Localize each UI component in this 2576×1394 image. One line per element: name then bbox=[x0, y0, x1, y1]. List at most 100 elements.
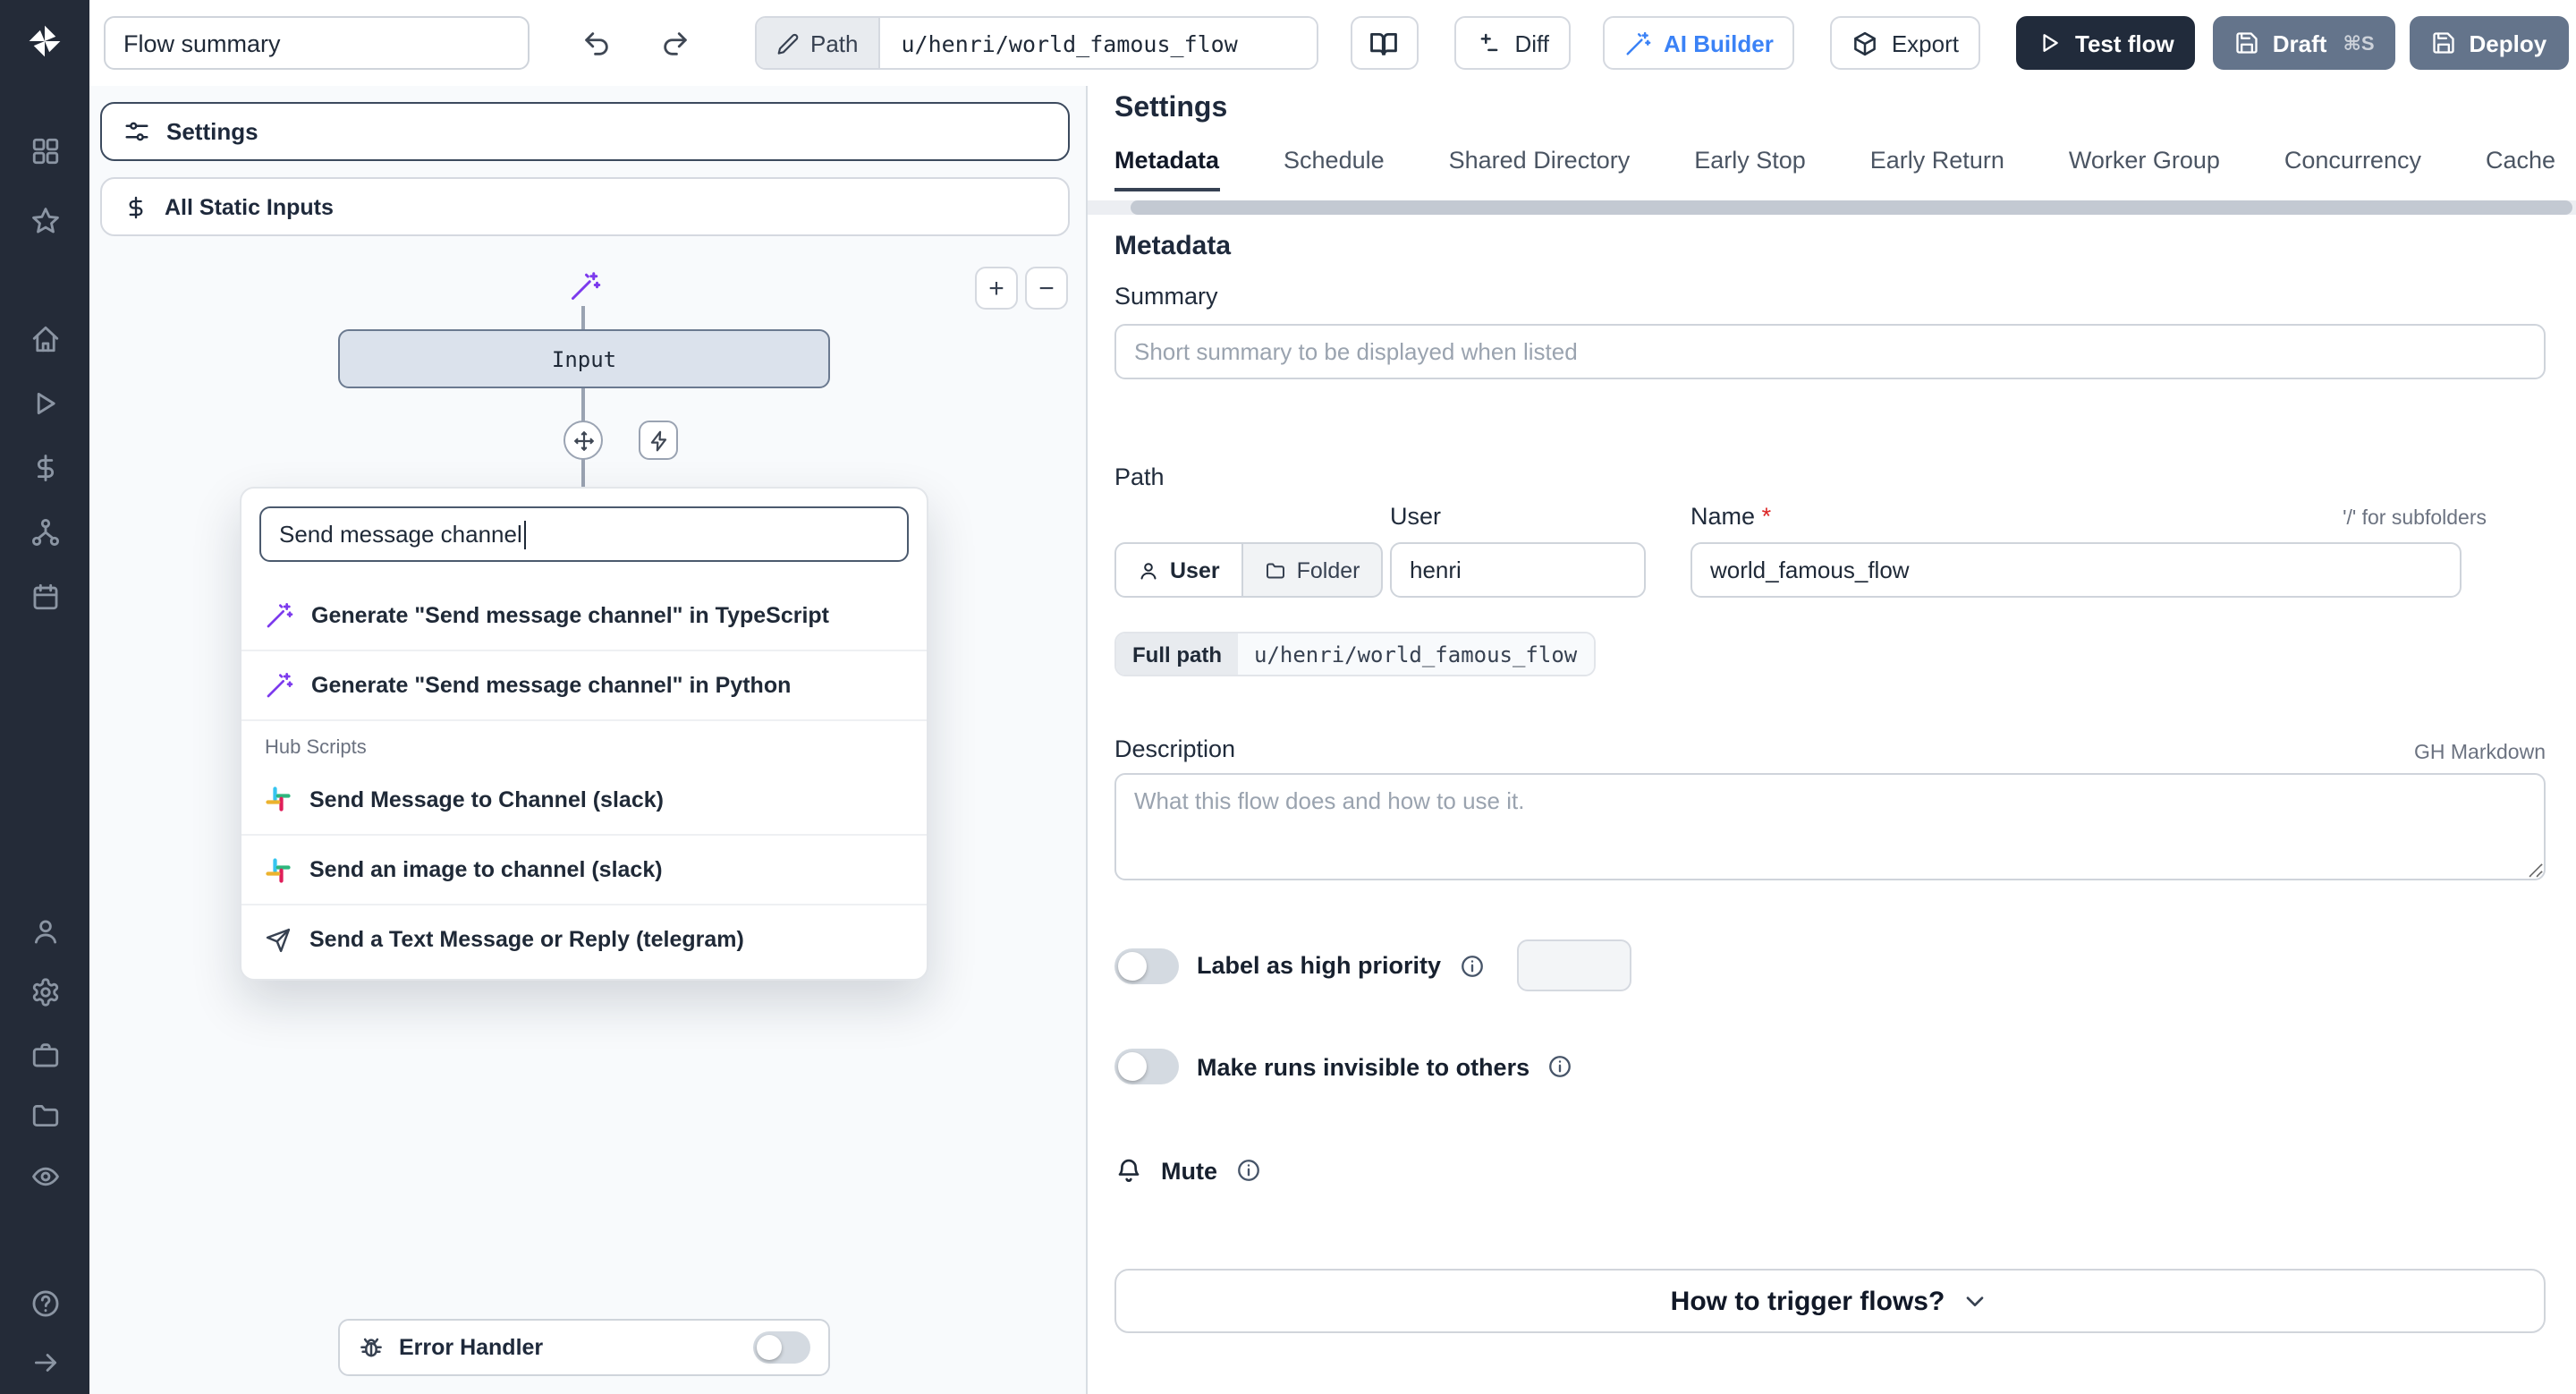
tab-early-return[interactable]: Early Return bbox=[1870, 147, 2004, 191]
user-input[interactable] bbox=[1390, 542, 1646, 598]
pencil-icon bbox=[776, 31, 800, 55]
result-label: Send a Text Message or Reply (telegram) bbox=[309, 927, 744, 952]
error-handler-toggle[interactable] bbox=[753, 1331, 810, 1364]
hub-telegram-message-item[interactable]: Send a Text Message or Reply (telegram) bbox=[242, 904, 927, 973]
mute-row[interactable]: Mute bbox=[1114, 1156, 1260, 1185]
deploy-label: Deploy bbox=[2469, 30, 2547, 56]
tab-metadata[interactable]: Metadata bbox=[1114, 147, 1220, 191]
step-search-value: Send message channel bbox=[279, 521, 522, 548]
how-to-trigger-collapsible[interactable]: How to trigger flows? bbox=[1114, 1269, 2546, 1333]
ai-flow-builder-button[interactable] bbox=[565, 267, 605, 306]
zoom-in-button[interactable]: + bbox=[975, 267, 1018, 310]
hub-slack-message-item[interactable]: Send Message to Channel (slack) bbox=[242, 764, 927, 834]
sidebar-runs-button[interactable] bbox=[0, 381, 89, 424]
sidebar-folders-button[interactable] bbox=[0, 1093, 89, 1136]
priority-value-input bbox=[1516, 939, 1631, 991]
draft-button[interactable]: Draft ⌘S bbox=[2213, 16, 2396, 70]
sidebar-flows-button[interactable] bbox=[0, 510, 89, 553]
docs-button[interactable] bbox=[1350, 16, 1419, 70]
sidebar-home-button[interactable] bbox=[0, 317, 89, 360]
step-search-input[interactable]: Send message channel bbox=[259, 506, 909, 562]
hub-scripts-section-label: Hub Scripts bbox=[242, 719, 927, 764]
test-flow-button[interactable]: Test flow bbox=[2016, 16, 2196, 70]
tab-worker-group[interactable]: Worker Group bbox=[2069, 147, 2220, 191]
high-priority-label: Label as high priority bbox=[1197, 952, 1442, 979]
add-step-button[interactable] bbox=[564, 421, 603, 460]
flow-settings-node[interactable]: Settings bbox=[100, 102, 1070, 161]
bug-icon bbox=[358, 1334, 385, 1361]
export-button[interactable]: Export bbox=[1830, 16, 1980, 70]
markdown-hint: GH Markdown bbox=[2414, 743, 2546, 764]
ai-builder-button[interactable]: AI Builder bbox=[1603, 16, 1795, 70]
flow-canvas: Settings All Static Inputs + − Input Sen… bbox=[89, 86, 1086, 1394]
mute-label: Mute bbox=[1161, 1157, 1217, 1184]
tab-schedule[interactable]: Schedule bbox=[1284, 147, 1385, 191]
tab-shared-directory[interactable]: Shared Directory bbox=[1449, 147, 1631, 191]
result-label: Generate "Send message channel" in Pytho… bbox=[311, 673, 792, 698]
folder-icon bbox=[1265, 559, 1286, 581]
tab-cache[interactable]: Cache bbox=[2486, 147, 2555, 191]
summary-input[interactable] bbox=[1114, 324, 2546, 379]
wand-icon bbox=[1624, 30, 1651, 56]
wand-icon bbox=[265, 600, 293, 629]
high-priority-toggle[interactable] bbox=[1114, 948, 1179, 983]
tabs-scrollbar-thumb[interactable] bbox=[1131, 200, 2572, 215]
book-open-icon bbox=[1369, 28, 1400, 58]
path-chip-label: Path bbox=[810, 30, 859, 56]
invisible-runs-label: Make runs invisible to others bbox=[1197, 1053, 1530, 1080]
owner-user-button[interactable]: User bbox=[1114, 542, 1243, 598]
full-path-display: Full path u/henri/world_famous_flow bbox=[1114, 632, 1596, 676]
hub-slack-image-item[interactable]: Send an image to channel (slack) bbox=[242, 834, 927, 904]
undo-button[interactable] bbox=[569, 16, 623, 70]
redo-button[interactable] bbox=[648, 16, 701, 70]
sidebar-variables-button[interactable] bbox=[0, 446, 89, 489]
diff-button[interactable]: Diff bbox=[1453, 16, 1572, 70]
sidebar-favorites-button[interactable] bbox=[0, 199, 89, 242]
sidebar-help-button[interactable] bbox=[0, 1281, 89, 1324]
path-editor[interactable]: Path u/henri/world_famous_flow bbox=[755, 16, 1318, 70]
owner-user-label: User bbox=[1170, 557, 1220, 582]
arrow-right-icon bbox=[30, 1347, 60, 1377]
sidebar-audit-button[interactable] bbox=[0, 1154, 89, 1197]
settings-panel-title: Settings bbox=[1114, 93, 1228, 123]
owner-kind-segmented: User Folder bbox=[1114, 542, 1384, 598]
trigger-step-button[interactable] bbox=[639, 421, 678, 460]
flow-summary-input[interactable] bbox=[104, 16, 530, 70]
subfolder-hint: '/' for subfolders bbox=[2343, 508, 2487, 530]
windmill-flow-editor: Path u/henri/world_famous_flow Diff AI B… bbox=[0, 0, 2576, 1394]
sidebar-apps-button[interactable] bbox=[0, 129, 89, 172]
test-flow-label: Test flow bbox=[2075, 30, 2174, 56]
error-handler-node[interactable]: Error Handler bbox=[338, 1319, 830, 1376]
deploy-button[interactable]: Deploy bbox=[2410, 16, 2569, 70]
flow-settings-node-label: Settings bbox=[166, 118, 258, 145]
name-input[interactable] bbox=[1690, 542, 2462, 598]
sidebar-schedules-button[interactable] bbox=[0, 574, 89, 617]
generate-python-item[interactable]: Generate "Send message channel" in Pytho… bbox=[242, 650, 927, 719]
owner-folder-button[interactable]: Folder bbox=[1242, 542, 1384, 598]
grid-icon bbox=[30, 135, 60, 166]
sidebar-users-button[interactable] bbox=[0, 909, 89, 952]
network-icon bbox=[30, 516, 60, 547]
diff-label: Diff bbox=[1514, 30, 1550, 56]
owner-folder-label: Folder bbox=[1296, 557, 1360, 582]
wand-icon bbox=[265, 671, 293, 700]
tabs-scrollbar-track bbox=[1088, 200, 2576, 215]
briefcase-icon bbox=[30, 1039, 60, 1069]
description-textarea[interactable] bbox=[1114, 773, 2546, 880]
windmill-logo[interactable] bbox=[0, 18, 89, 64]
invisible-runs-toggle[interactable] bbox=[1114, 1049, 1179, 1084]
input-node[interactable]: Input bbox=[338, 329, 830, 388]
sidebar-settings-button[interactable] bbox=[0, 970, 89, 1013]
text-caret bbox=[523, 520, 527, 548]
sidebar-workers-button[interactable] bbox=[0, 1033, 89, 1075]
tab-early-stop[interactable]: Early Stop bbox=[1694, 147, 1806, 191]
tab-concurrency[interactable]: Concurrency bbox=[2284, 147, 2421, 191]
sidebar-expand-button[interactable] bbox=[0, 1340, 89, 1383]
flow-settings-panel: Settings Metadata Schedule Shared Direct… bbox=[1086, 86, 2576, 1394]
topbar: Path u/henri/world_famous_flow Diff AI B… bbox=[89, 0, 2576, 86]
error-handler-label: Error Handler bbox=[399, 1335, 544, 1360]
static-inputs-node[interactable]: All Static Inputs bbox=[100, 177, 1070, 236]
chevron-down-icon bbox=[1961, 1287, 1989, 1315]
generate-typescript-item[interactable]: Generate "Send message channel" in TypeS… bbox=[242, 580, 927, 650]
zoom-out-button[interactable]: − bbox=[1025, 267, 1068, 310]
